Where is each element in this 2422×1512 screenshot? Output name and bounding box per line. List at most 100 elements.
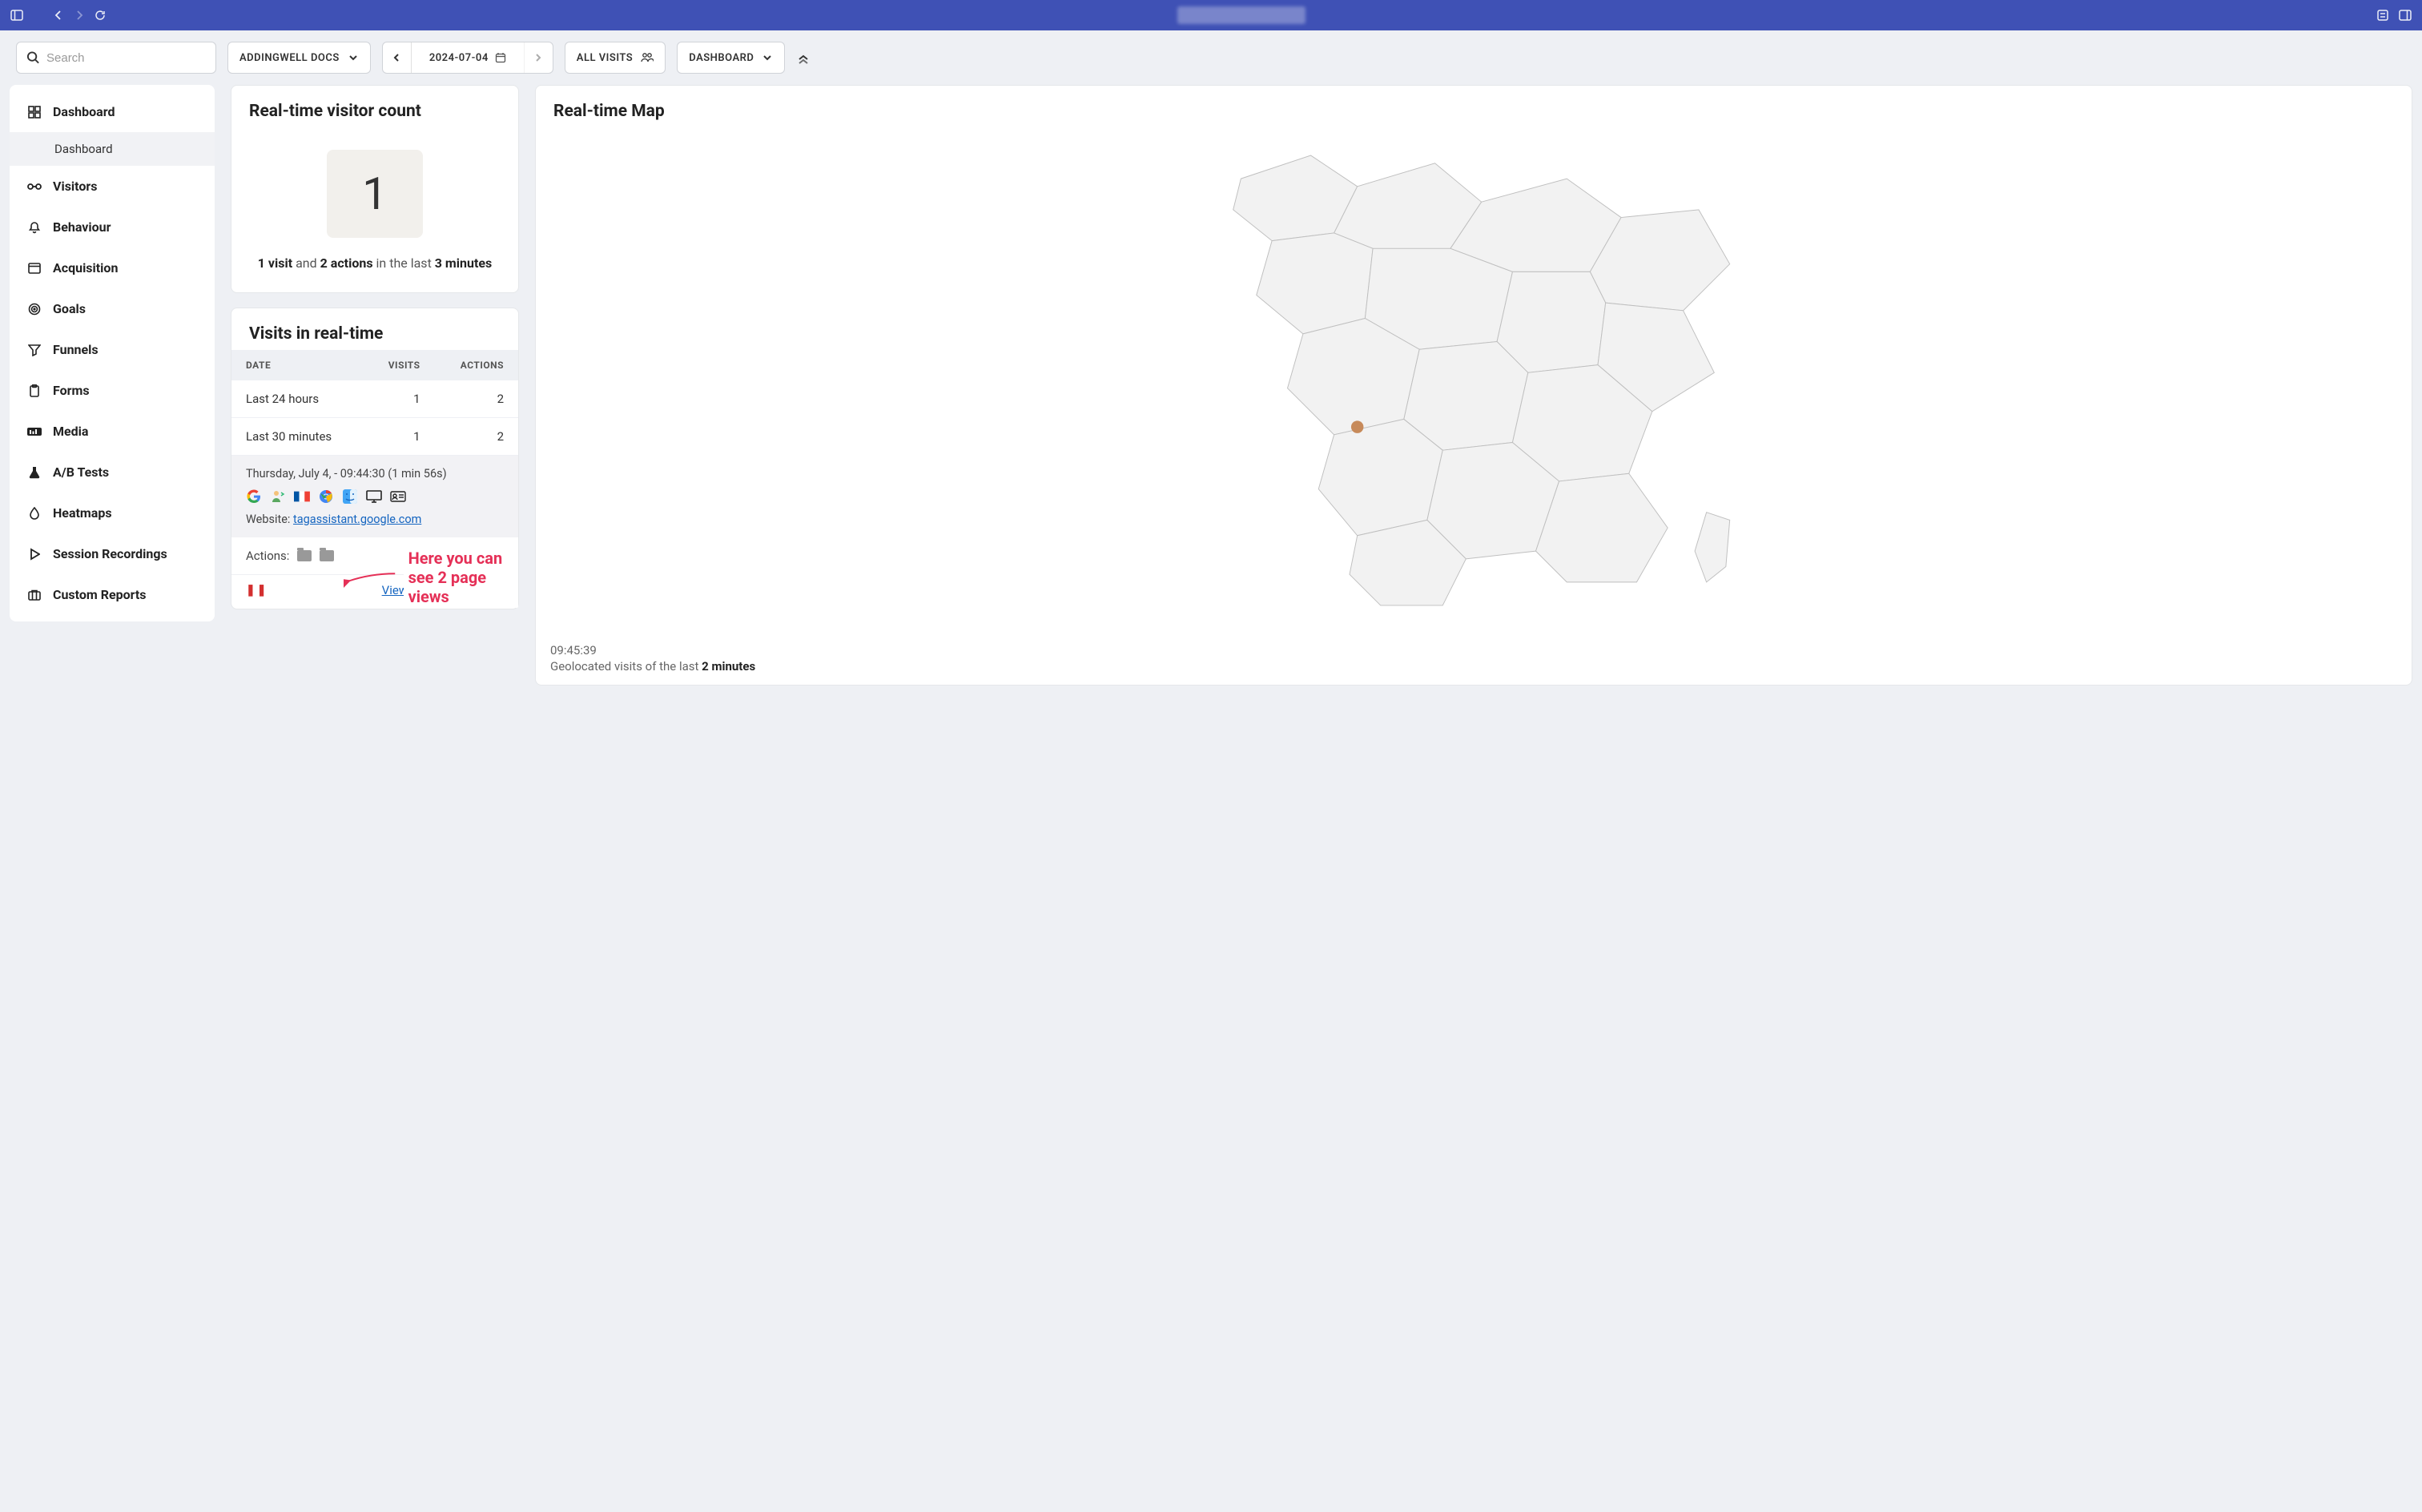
chevron-down-icon [348,52,359,63]
col-visits: VISITS [364,350,435,380]
calendar-icon [495,52,506,63]
sidebar-item-label: Dashboard [53,104,115,119]
play-icon [27,547,42,561]
funnel-icon [27,343,42,357]
visit-detail-block: Thursday, July 4, - 09:44:30 (1 min 56s) [231,456,518,537]
date-display[interactable]: 2024-07-04 [420,52,516,64]
map-footer: 09:45:39 Geolocated visits of the last 2… [536,643,2412,685]
visits-table: DATE VISITS ACTIONS Last 24 hours 1 2 La… [231,350,518,456]
chrome-icon [318,489,334,505]
bell-icon [27,220,42,235]
visit-timestamp: Thursday, July 4, - 09:44:30 (1 min 56s) [246,467,504,481]
sidebar-item-forms[interactable]: Forms [10,370,215,411]
sidebar-item-label: Media [53,424,88,439]
browser-bar [0,0,2422,30]
visitor-summary: 1 visit and 2 actions in the last 3 minu… [231,254,518,292]
sidebar-item-label: A/B Tests [53,464,109,480]
visitor-dot[interactable] [1351,420,1364,433]
google-icon [246,489,262,505]
visitor-count-number: 1 [327,150,423,238]
flag-fr-icon [294,489,310,505]
sidebar-item-label: Forms [53,383,90,398]
sidebar-item-label: Funnels [53,342,99,357]
pageview-icon[interactable] [297,550,312,561]
segment-label: ALL VISITS [577,52,633,64]
suitcase-icon [27,588,42,602]
sidebar-item-label: Session Recordings [53,546,167,561]
col-date: DATE [231,350,364,380]
sidebar-item-goals[interactable]: Goals [10,288,215,329]
site-selector[interactable]: ADDINGWELL DOCS [227,42,371,74]
website-link[interactable]: tagassistant.google.com [293,513,421,526]
forward-icon [72,8,86,22]
sidebar-sub-label: Dashboard [54,142,113,156]
sidebar-item-label: Custom Reports [53,587,147,602]
extension-icon[interactable] [2376,8,2390,22]
date-prev-button[interactable] [383,42,412,73]
media-icon [27,424,42,439]
sidebar-item-visitors[interactable]: Visitors [10,166,215,207]
search-icon [26,50,40,65]
back-icon[interactable] [51,8,66,22]
dashboard-label: DASHBOARD [689,52,754,64]
actions-label: Actions: [246,549,289,563]
realtime-visitor-count-card: Real-time visitor count 1 1 visit and 2 … [231,85,519,293]
france-map [550,132,2397,629]
visitors-icon [27,179,42,194]
sidebar-item-acquisition[interactable]: Acquisition [10,247,215,288]
top-toolbar: ADDINGWELL DOCS 2024-07-04 ALL VISITS DA… [0,30,2422,85]
date-next-button[interactable] [524,42,553,73]
sidebar-item-ab-tests[interactable]: A/B Tests [10,452,215,493]
card-title: Visits in real-time [231,308,518,350]
target-icon [27,302,42,316]
view-log-link[interactable]: View detailed visits log [382,583,504,597]
reload-icon[interactable] [93,8,107,22]
id-card-icon [390,489,406,505]
sidebar-item-label: Behaviour [53,219,111,235]
sidebar-item-label: Visitors [53,179,97,194]
date-text: 2024-07-04 [429,52,489,64]
sidebar-item-dashboard[interactable]: Dashboard [10,91,215,132]
sidebar-sub-dashboard[interactable]: Dashboard [10,132,215,166]
sidebar-item-behaviour[interactable]: Behaviour [10,207,215,247]
double-chevron-up-icon [796,50,811,65]
url-bar[interactable] [1177,6,1306,24]
card-title: Real-time visitor count [231,86,518,127]
sidebar-item-label: Acquisition [53,260,118,275]
visit-icon-row [246,489,504,505]
visits-realtime-card: Visits in real-time DATE VISITS ACTIONS … [231,308,519,609]
table-row[interactable]: Last 30 minutes 1 2 [231,418,518,456]
panel-right-icon[interactable] [2398,8,2412,22]
sidebar-item-funnels[interactable]: Funnels [10,329,215,370]
window-icon [27,261,42,275]
sidebar-nav: Dashboard Dashboard Visitors Behaviour A… [10,85,215,621]
map-time: 09:45:39 [550,643,2397,657]
col-actions: ACTIONS [435,350,518,380]
drop-icon [27,506,42,521]
collapse-up-button[interactable] [796,50,811,65]
sidebar-item-session-recordings[interactable]: Session Recordings [10,533,215,574]
segment-selector[interactable]: ALL VISITS [565,42,666,74]
sidebar-item-custom-reports[interactable]: Custom Reports [10,574,215,615]
visit-website: Website: tagassistant.google.com [246,513,504,526]
desktop-icon [366,489,382,505]
site-label: ADDINGWELL DOCS [239,52,340,64]
sidebar-item-label: Goals [53,301,86,316]
sidebar-item-heatmaps[interactable]: Heatmaps [10,493,215,533]
dashboard-selector[interactable]: DASHBOARD [677,42,785,74]
map-container[interactable] [536,127,2412,643]
pageview-icon[interactable] [320,550,334,561]
clipboard-icon [27,384,42,398]
finder-icon [342,489,358,505]
sidebar-item-media[interactable]: Media [10,411,215,452]
flask-icon [27,465,42,480]
visits-card-footer: ❚❚ View detailed visits log [231,574,518,609]
search-field[interactable] [46,51,206,65]
card-title: Real-time Map [536,86,2412,127]
sidebar-item-label: Heatmaps [53,505,112,521]
pause-button[interactable]: ❚❚ [246,584,268,597]
search-input[interactable] [16,42,216,74]
sidebar-toggle-icon[interactable] [10,8,24,22]
table-row[interactable]: Last 24 hours 1 2 [231,380,518,418]
users-icon [641,52,654,63]
